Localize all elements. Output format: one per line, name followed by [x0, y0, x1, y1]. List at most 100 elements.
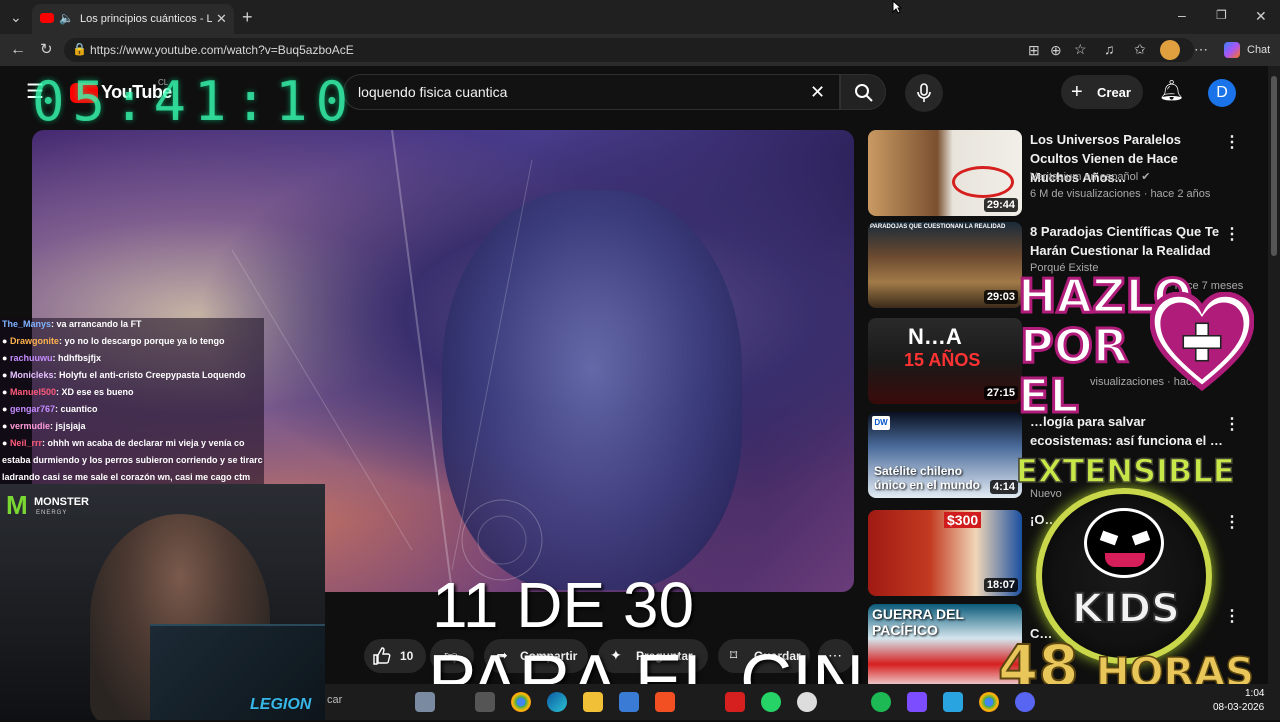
sidebar-scrollbar[interactable]	[1268, 66, 1280, 684]
mascot-icon	[1084, 508, 1164, 578]
search-query[interactable]: loquendo fisica cuantica	[358, 84, 507, 100]
tab-list-icon[interactable]: ⌄	[10, 10, 22, 24]
whatsapp-icon[interactable]	[761, 692, 781, 712]
reload-icon[interactable]: ↻	[40, 42, 53, 57]
url-text[interactable]: https://www.youtube.com/watch?v=Buq5azbo…	[90, 43, 354, 57]
zoom-icon[interactable]: ⊕	[1050, 43, 1062, 57]
duration-badge: 18:07	[983, 578, 1018, 592]
browser-tab[interactable]: 🔈 Los principios cuánticos - Loquendo… ✕	[32, 4, 234, 34]
search-button[interactable]	[840, 74, 886, 110]
taskbar-search-hint[interactable]: car	[327, 694, 342, 706]
microphone-icon	[917, 83, 931, 102]
mouse-cursor-icon	[892, 0, 902, 14]
chat-message: ● Drawgonite: yo no lo descargo porque y…	[2, 336, 225, 346]
chat-message: estaba durmiendo y los perros subieron c…	[2, 455, 263, 465]
close-tab-icon[interactable]: ✕	[216, 12, 227, 25]
favorite-star-icon[interactable]: ☆	[1074, 42, 1087, 56]
webcam-overlay: M MONSTER ENERGY LEGION	[0, 484, 325, 720]
maximize-icon[interactable]: ❐	[1216, 9, 1227, 21]
taskbar-app-icon[interactable]	[943, 692, 963, 712]
like-count: 10	[400, 649, 414, 663]
duration-badge: 29:03	[983, 290, 1018, 304]
youtube-favicon-icon	[40, 13, 54, 23]
chrome-icon[interactable]	[979, 692, 999, 712]
video-menu-icon[interactable]: ⋮	[1224, 224, 1240, 244]
store-icon[interactable]	[619, 692, 639, 712]
chat-user: Neil_rrr	[9, 438, 42, 448]
thumbnail[interactable]: N…A 15 AÑOS 27:15	[868, 318, 1022, 404]
thumbnail[interactable]: 29:44	[868, 130, 1022, 216]
search-input[interactable]: loquendo fisica cuantica ✕	[343, 74, 840, 110]
voice-search-button[interactable]	[905, 74, 943, 112]
chat-user: vermudie	[9, 421, 50, 431]
site-info-icon[interactable]: 🔒	[72, 43, 87, 55]
clear-search-icon[interactable]: ✕	[810, 83, 825, 101]
thumbnail-guerra: GUERRA DEL PACÍFICO	[872, 606, 964, 638]
taskbar-app-icon[interactable]	[415, 692, 435, 712]
taskbar-date[interactable]: 08-03-2026	[1213, 702, 1264, 713]
video-title[interactable]: 8 Paradojas Científicas Que Te Harán Cue…	[1030, 222, 1226, 260]
profile-icon[interactable]	[1160, 40, 1180, 60]
legion-text: LEGION	[250, 696, 312, 713]
taskbar-time[interactable]: 1:04	[1245, 688, 1264, 699]
thumbnail[interactable]: $300 18:07	[868, 510, 1022, 596]
taskbar-app-icon[interactable]	[871, 692, 891, 712]
video-menu-icon[interactable]: ⋮	[1224, 414, 1240, 434]
promo-line2: POR	[1018, 319, 1129, 373]
favorites-icon[interactable]: ✩	[1134, 42, 1146, 56]
taskbar-app-icon[interactable]	[475, 692, 495, 712]
taskbar-app-icon[interactable]	[907, 692, 927, 712]
thumbnail-years: 15 AÑOS	[904, 350, 981, 370]
create-label: Crear	[1097, 85, 1131, 100]
kids-text: KIDS	[1071, 585, 1181, 633]
recommendation-item[interactable]: 29:44 Los Universos Paralelos Ocultos Vi…	[868, 130, 1258, 218]
like-button[interactable]: 10	[364, 639, 426, 673]
duration-badge: 4:14	[989, 480, 1018, 494]
speaker-icon[interactable]: 🔈	[59, 12, 74, 24]
video-menu-icon[interactable]: ⋮	[1224, 512, 1240, 532]
copilot-icon[interactable]	[1224, 42, 1240, 58]
thumbnail-headline: PARADOJAS QUE CUESTIONAN LA REALIDAD	[870, 224, 1006, 230]
scrollbar-thumb[interactable]	[1271, 76, 1277, 256]
windows-taskbar: car 1:04 08-03-2026	[325, 684, 1280, 720]
promo-line3: EL	[1017, 369, 1081, 423]
thumbnail[interactable]: PARADOJAS QUE CUESTIONAN LA REALIDAD 29:…	[868, 222, 1022, 308]
chat-message: ● Monicleks: Holyfu el anti-cristo Creep…	[2, 370, 246, 380]
minimize-icon[interactable]: –	[1178, 8, 1186, 22]
channel-name[interactable]: Veritasium en español ✔	[1030, 170, 1151, 183]
edge-icon[interactable]	[547, 692, 567, 712]
chat-label[interactable]: Chat	[1247, 44, 1270, 56]
more-icon[interactable]: ⋯	[1194, 42, 1208, 56]
chat-message: ● vermudie: jsjsjaja	[2, 421, 86, 431]
chat-user: rachuuwu	[9, 353, 53, 363]
account-avatar[interactable]: D	[1208, 79, 1236, 107]
chat-user: Drawgonite	[9, 336, 59, 346]
chrome-icon[interactable]	[511, 692, 531, 712]
media-icon[interactable]: ♫	[1104, 42, 1115, 56]
stream-clock-overlay: 05:41:10	[32, 70, 357, 133]
video-menu-icon[interactable]: ⋮	[1224, 132, 1240, 152]
chat-user: Monicleks	[9, 370, 54, 380]
chat-message: ● gengar767: cuantico	[2, 404, 98, 414]
chat-user: gengar767	[9, 404, 55, 414]
close-window-icon[interactable]: ✕	[1255, 9, 1267, 23]
file-explorer-icon[interactable]	[583, 692, 603, 712]
chat-message: ● rachuuwu: hdhfbsjfjx	[2, 353, 101, 363]
taskbar-app-icon[interactable]	[725, 692, 745, 712]
discord-icon[interactable]	[1015, 692, 1035, 712]
video-menu-icon[interactable]: ⋮	[1224, 606, 1240, 626]
thumbnail-caption: Satélite chileno único en el mundo	[874, 464, 981, 492]
create-button[interactable]: + Crear	[1061, 75, 1143, 109]
promo-extensible: EXTENSIBLE	[1015, 451, 1235, 491]
apps-icon[interactable]: ⊞	[1028, 43, 1040, 57]
taskbar-app-icon[interactable]	[655, 692, 675, 712]
duration-badge: 27:15	[983, 386, 1018, 400]
notifications-bell-icon[interactable]: 🔔︎	[1159, 81, 1184, 101]
new-tab-icon[interactable]: +	[242, 8, 253, 26]
thumbnail[interactable]: DW Satélite chileno único en el mundo 4:…	[868, 412, 1022, 498]
obs-icon[interactable]	[797, 692, 817, 712]
back-icon[interactable]: ←	[10, 42, 26, 58]
heart-plus-icon	[1150, 292, 1254, 392]
chat-user: The_Manys	[2, 319, 52, 329]
thumbnail-noticia: N…A	[908, 324, 962, 349]
